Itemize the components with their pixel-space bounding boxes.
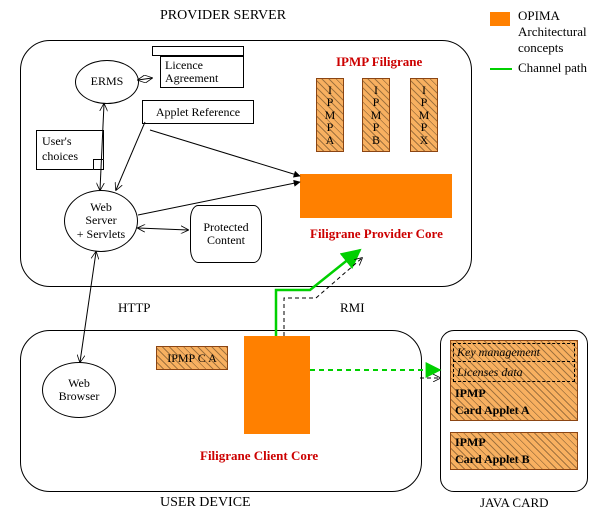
web-server-node: Web Server + Servlets	[64, 190, 138, 252]
legend-swatch-green	[490, 68, 512, 70]
card-applet-a: Key management Licenses data IPMP Card A…	[450, 340, 578, 421]
users-choices-note: User's choices	[36, 130, 104, 170]
protected-2: Content	[207, 234, 245, 247]
ipmp-ca-box: IPMP C A	[156, 346, 228, 370]
web-browser-node: Web Browser	[42, 362, 116, 418]
protected-content: Protected Content	[190, 205, 262, 263]
ipmp-x-label: I P M P X	[419, 84, 430, 147]
erms-label: ERMS	[91, 75, 124, 88]
card-a-l2: Card Applet A	[451, 403, 577, 420]
card-b-l2: Card Applet B	[451, 452, 577, 469]
applet-reference-label: Applet Reference	[156, 105, 240, 120]
applet-reference: Applet Reference	[142, 100, 254, 124]
card-a-ld: Licenses data	[453, 364, 575, 382]
ipmp-b-label: I P M P B	[371, 84, 382, 147]
java-card-title: JAVA CARD	[480, 495, 549, 511]
legend-opima-3: concepts	[518, 40, 563, 56]
users-choices-2: choices	[42, 149, 98, 164]
filigrane-provider-core-label: Filigrane Provider Core	[310, 226, 443, 242]
filigrane-client-core-label: Filigrane Client Core	[200, 448, 318, 464]
filigrane-client-core-block	[244, 336, 310, 434]
provider-server-title: PROVIDER SERVER	[160, 8, 286, 24]
legend-opima-1: OPIMA	[518, 8, 560, 24]
erms-node: ERMS	[75, 60, 139, 104]
ipmp-ca-label: IPMP C A	[167, 351, 217, 366]
legend-swatch-orange	[490, 12, 510, 26]
ipmp-x-box: I P M P X	[410, 78, 438, 152]
card-applet-b: IPMP Card Applet B	[450, 432, 578, 470]
legend-channel: Channel path	[518, 60, 587, 76]
card-b-l1: IPMP	[451, 433, 577, 452]
web-browser-l2: Browser	[59, 390, 100, 403]
web-server-l2: Server	[85, 214, 116, 227]
user-device-title: USER DEVICE	[160, 495, 251, 511]
web-server-l3: + Servlets	[77, 228, 125, 241]
users-choices-1: User's	[42, 134, 98, 149]
legend-opima-2: Architectural	[518, 24, 587, 40]
ipmp-b-box: I P M P B	[362, 78, 390, 152]
rmi-label: RMI	[340, 300, 365, 316]
http-label: HTTP	[118, 300, 151, 316]
filigrane-provider-core-block	[300, 174, 452, 218]
licence-agreement: Licence Agreement	[152, 46, 244, 88]
card-a-km: Key management	[453, 343, 575, 362]
card-a-l1: IPMP	[451, 384, 577, 403]
ipmp-a-label: I P M P A	[325, 84, 336, 147]
ipmp-a-box: I P M P A	[316, 78, 344, 152]
licence-line2: Agreement	[165, 72, 239, 85]
ipmp-filigrane-title: IPMP Filigrane	[336, 54, 422, 70]
